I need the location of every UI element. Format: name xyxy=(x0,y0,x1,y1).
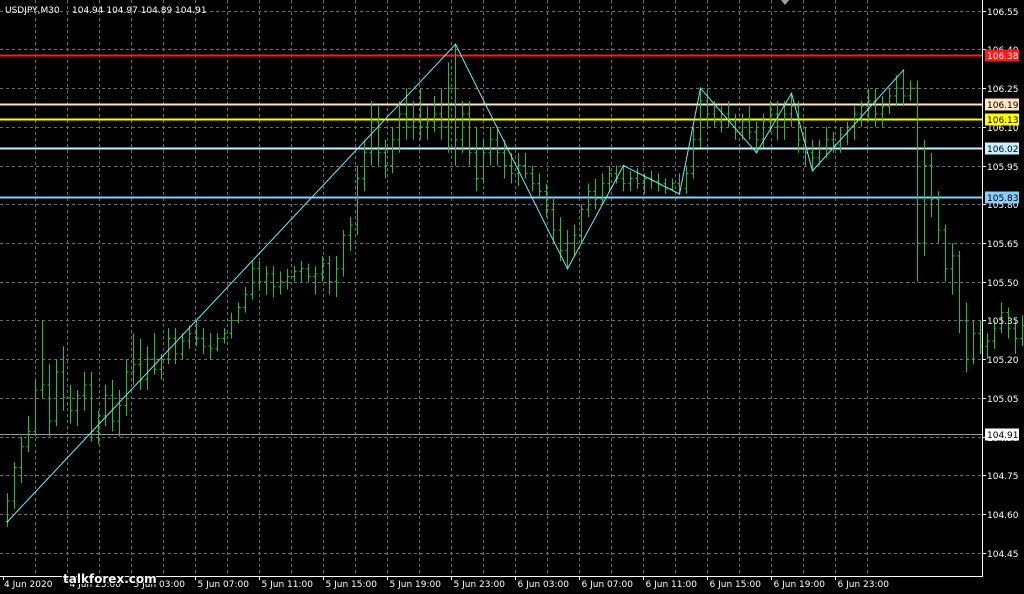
time-tick-label: 6 Jun 11:00 xyxy=(646,580,698,590)
level-tag: 105.83 xyxy=(985,191,1019,204)
price-tick-label: 106.25 xyxy=(987,85,1019,95)
zigzag-point xyxy=(454,43,457,46)
time-tick-label: 5 Jun 07:00 xyxy=(198,580,250,590)
current-price-tag: 104.91 xyxy=(985,428,1019,441)
price-tick-label: 104.45 xyxy=(987,550,1019,560)
watermark-text: talkforex.com xyxy=(63,572,157,586)
level-tag: 106.38 xyxy=(985,49,1019,62)
price-tick-label: 105.95 xyxy=(987,163,1019,173)
level-tag: 106.13 xyxy=(985,113,1019,126)
chart-background xyxy=(0,0,1024,594)
price-tick-label: 104.60 xyxy=(987,511,1019,521)
zigzag-point xyxy=(902,69,905,71)
zigzag-point xyxy=(790,92,793,95)
zigzag-point xyxy=(678,193,681,195)
zigzag-point xyxy=(6,520,9,523)
time-tick-label: 5 Jun 15:00 xyxy=(326,580,378,590)
price-tick-label: 105.50 xyxy=(987,279,1019,289)
time-tick-label: 5 Jun 11:00 xyxy=(262,580,314,590)
level-tag-label: 106.13 xyxy=(987,116,1019,126)
level-tag-label: 106.02 xyxy=(987,145,1019,155)
time-tick-label: 6 Jun 07:00 xyxy=(582,580,634,590)
time-tick-label: 6 Jun 15:00 xyxy=(710,580,762,590)
ohlc-label: 104.94 104.97 104.89 104.91 xyxy=(72,6,207,16)
time-tick-label: 5 Jun 19:00 xyxy=(390,580,442,590)
price-tick-label: 106.55 xyxy=(987,8,1019,18)
price-tick-label: 105.05 xyxy=(987,395,1019,405)
zigzag-point xyxy=(566,268,569,270)
price-tick-label: 104.75 xyxy=(987,472,1019,482)
symbol-label: USDJPY,M30 xyxy=(5,6,60,16)
current-price-label: 104.91 xyxy=(987,431,1019,441)
zigzag-point xyxy=(755,151,758,154)
level-tag-label: 105.83 xyxy=(987,194,1019,204)
price-tick-label: 105.20 xyxy=(987,356,1019,366)
level-tag: 106.02 xyxy=(985,142,1019,155)
level-tag: 106.19 xyxy=(985,98,1019,111)
price-chart[interactable]: 106.55106.40106.25106.10105.95105.80105.… xyxy=(0,0,1024,594)
time-tick-label: 6 Jun 23:00 xyxy=(838,580,890,590)
zigzag-point xyxy=(699,87,702,89)
time-tick-label: 5 Jun 23:00 xyxy=(454,580,506,590)
time-tick-label: 6 Jun 03:00 xyxy=(518,580,570,590)
time-tick-label: 4 Jun 2020 xyxy=(4,580,53,590)
price-tick-label: 105.65 xyxy=(987,240,1019,250)
level-tag-label: 106.38 xyxy=(987,52,1019,62)
zigzag-point xyxy=(811,169,814,172)
zigzag-point xyxy=(622,164,625,167)
time-tick-label: 6 Jun 19:00 xyxy=(774,580,826,590)
level-tag-label: 106.19 xyxy=(987,101,1019,111)
price-tick-label: 105.35 xyxy=(987,317,1019,327)
